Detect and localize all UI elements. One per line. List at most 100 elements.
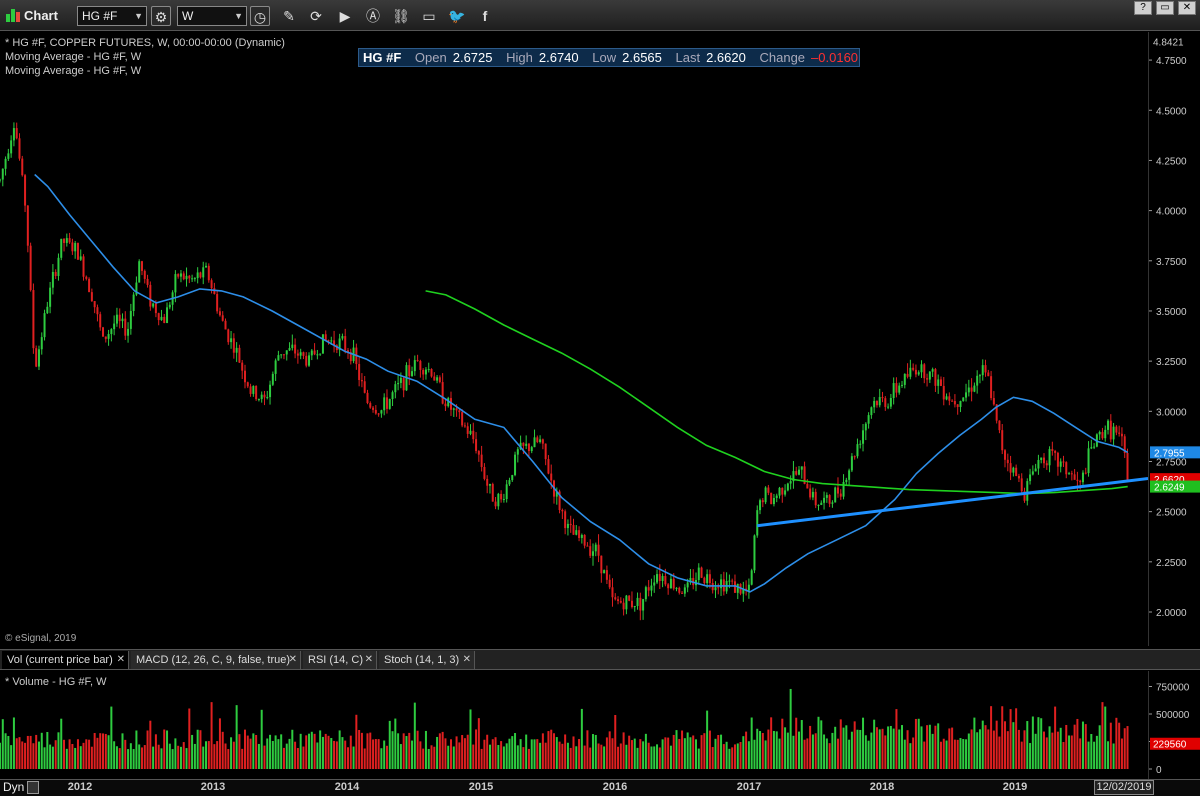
indicator-tab-strip: Vol (current price bar) ✕ MACD (12, 26, C… [0, 649, 1200, 670]
tab-rsi[interactable]: RSI (14, C) ✕ [303, 651, 377, 669]
refresh-icon[interactable]: ⟳ [306, 6, 326, 26]
clock-icon[interactable]: ◷ [250, 6, 270, 26]
price-chart-panel[interactable] [0, 32, 1149, 646]
candle-body [37, 349, 40, 367]
volume-bar [277, 739, 280, 769]
volume-bar [399, 744, 402, 769]
volume-bar [1090, 733, 1093, 769]
dynamic-mode-toggle[interactable] [27, 781, 39, 794]
link-icon[interactable]: ⛓ [391, 6, 411, 26]
facebook-icon[interactable]: f [475, 6, 495, 26]
candle-body [926, 378, 929, 380]
volume-bar [678, 738, 681, 769]
candle-body [1107, 420, 1110, 430]
twitter-icon[interactable]: 🐦 [447, 6, 467, 26]
chevron-down-icon[interactable]: ▼ [134, 7, 143, 25]
volume-bar [597, 743, 600, 769]
candle-body [138, 261, 141, 283]
candle-body [731, 580, 734, 582]
candle-body [544, 443, 547, 460]
candle-body [608, 579, 611, 588]
candle-body [622, 602, 625, 610]
candle-body [475, 439, 478, 452]
candle-body [859, 443, 862, 445]
toolbar: Chart HG #F ▼ ⚙ W ▼ ◷ ✎ ⟳ ▶ Ⓐ ⛓ ▭ 🐦 f ? … [0, 0, 1200, 31]
candle-body [970, 387, 973, 392]
candle-body [305, 355, 308, 366]
candle-body [564, 511, 567, 529]
candle-body [522, 442, 525, 446]
volume-bar [235, 705, 238, 769]
interval-input[interactable]: W ▼ [177, 6, 247, 26]
pencil-icon[interactable]: ✎ [279, 6, 299, 26]
comment-icon[interactable]: ▭ [419, 6, 439, 26]
candle-body [525, 443, 528, 446]
candle-body [463, 425, 466, 427]
tab-macd[interactable]: MACD (12, 26, C, 9, false, true) ✕ [131, 651, 301, 669]
candle-body [424, 369, 427, 375]
volume-title: * Volume - HG #F, W [5, 676, 107, 688]
volume-bar [669, 745, 672, 769]
candle-body [10, 140, 13, 154]
volume-bar [664, 737, 667, 769]
settings-gear-icon[interactable]: ⚙ [151, 6, 171, 26]
volume-bar [650, 746, 653, 769]
volume-bar [850, 731, 853, 769]
candle-body [572, 525, 575, 535]
volume-bar [605, 737, 608, 769]
volume-bar [981, 720, 984, 769]
alert-icon[interactable]: Ⓐ [363, 6, 383, 26]
volume-bar [341, 737, 344, 769]
volume-bar [10, 745, 13, 769]
y-tick-label: 3.0000 [1156, 407, 1187, 418]
close-icon[interactable]: ✕ [365, 651, 373, 669]
candle-body [656, 574, 659, 583]
play-icon[interactable]: ▶ [335, 6, 355, 26]
y-tick-label: 4.5000 [1156, 106, 1187, 117]
volume-bar [578, 739, 581, 769]
restore-button[interactable]: ▭ [1156, 1, 1174, 15]
volume-bar [316, 742, 319, 769]
candle-body [898, 385, 901, 393]
chevron-down-icon[interactable]: ▼ [234, 7, 243, 25]
volume-bar [497, 745, 500, 769]
candle-body [321, 334, 324, 354]
candle-body [873, 400, 876, 408]
volume-bar [196, 729, 199, 769]
candle-body [157, 313, 160, 321]
volume-bar [1001, 706, 1004, 769]
candle-body [252, 385, 255, 394]
close-icon[interactable]: ✕ [463, 651, 471, 669]
volume-bar [589, 747, 592, 769]
help-button[interactable]: ? [1134, 1, 1152, 15]
volume-bar [750, 717, 753, 769]
volume-bar [694, 739, 697, 769]
price-axis[interactable]: 4.8421 4.7500 4.5000 4.2500 4.0000 3.7500 3.50… [1148, 32, 1200, 646]
close-icon[interactable]: ✕ [117, 651, 125, 669]
volume-bar [856, 729, 859, 769]
tab-volume[interactable]: Vol (current price bar) ✕ [2, 651, 129, 669]
candle-body [817, 504, 820, 506]
volume-bar [227, 749, 230, 769]
candle-body [990, 376, 993, 399]
symbol-input[interactable]: HG #F ▼ [77, 6, 147, 26]
volume-panel[interactable] [0, 671, 1148, 779]
tab-stoch[interactable]: Stoch (14, 1, 3) ✕ [379, 651, 475, 669]
candle-body [82, 256, 85, 277]
candle-body [65, 238, 68, 243]
volume-bar [427, 748, 430, 769]
candle-body [282, 354, 285, 356]
candle-body [733, 581, 736, 593]
candle-body [288, 348, 291, 351]
volume-bar [163, 729, 166, 769]
candle-body [383, 397, 386, 411]
volume-bar [1095, 735, 1098, 769]
volume-bar [372, 739, 375, 769]
volume-bar [157, 744, 160, 769]
volume-bar [391, 731, 394, 769]
close-button[interactable]: ✕ [1178, 1, 1196, 15]
close-icon[interactable]: ✕ [289, 651, 297, 669]
candle-body [49, 287, 52, 307]
volume-bar [1012, 722, 1015, 769]
candle-body [274, 360, 277, 374]
